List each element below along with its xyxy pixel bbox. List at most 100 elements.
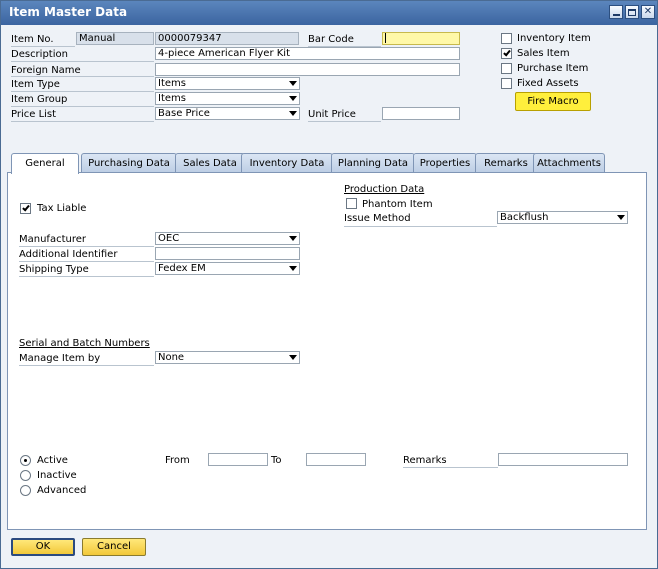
shipping-type-label: Shipping Type	[19, 264, 89, 275]
price-list-value: Base Price	[158, 108, 210, 119]
unit-price-label: Unit Price	[308, 109, 356, 120]
phantom-item-label: Phantom Item	[362, 199, 433, 210]
description-label: Description	[11, 49, 68, 60]
chevron-down-icon	[617, 215, 625, 220]
additional-identifier-field[interactable]	[155, 247, 300, 260]
to-date-field[interactable]	[306, 453, 366, 466]
chevron-down-icon	[289, 81, 297, 86]
chevron-down-icon	[289, 111, 297, 116]
issue-method-label: Issue Method	[344, 213, 411, 224]
manage-item-by-label: Manage Item by	[19, 353, 101, 364]
tax-liable-label: Tax Liable	[37, 203, 87, 214]
item-type-dropdown[interactable]: Items	[155, 77, 300, 90]
chevron-down-icon	[289, 236, 297, 241]
item-group-value: Items	[158, 93, 186, 104]
divider	[308, 121, 381, 122]
manage-item-by-dropdown[interactable]: None	[155, 351, 300, 364]
maximize-icon[interactable]	[625, 5, 639, 19]
tab-inventory-data[interactable]: Inventory Data	[241, 153, 333, 173]
from-date-field[interactable]	[208, 453, 268, 466]
manufacturer-dropdown[interactable]: OEC	[155, 232, 300, 245]
status-active-radio[interactable]	[20, 455, 31, 466]
inventory-item-checkbox[interactable]	[501, 33, 512, 44]
item-group-label: Item Group	[11, 94, 68, 105]
barcode-field[interactable]	[382, 32, 460, 45]
status-advanced-label: Advanced	[37, 485, 87, 496]
divider	[11, 46, 75, 47]
radio-dot-icon	[24, 459, 27, 462]
manufacturer-value: OEC	[158, 233, 180, 244]
additional-identifier-label: Additional Identifier	[19, 249, 118, 260]
sales-item-label: Sales Item	[517, 48, 570, 59]
price-list-dropdown[interactable]: Base Price	[155, 107, 300, 120]
status-inactive-radio[interactable]	[20, 470, 31, 481]
issue-method-value: Backflush	[500, 212, 549, 223]
window-title: Item Master Data	[9, 5, 128, 19]
fixed-assets-label: Fixed Assets	[517, 78, 579, 89]
inventory-item-label: Inventory Item	[517, 33, 591, 44]
tax-liable-checkbox[interactable]	[20, 203, 31, 214]
foreign-name-field[interactable]	[155, 63, 460, 76]
checkmark-icon	[503, 48, 511, 57]
divider	[403, 467, 498, 468]
status-active-label: Active	[37, 455, 68, 466]
barcode-label: Bar Code	[308, 34, 354, 45]
production-data-title: Production Data	[344, 184, 425, 195]
shipping-type-dropdown[interactable]: Fedex EM	[155, 262, 300, 275]
phantom-item-checkbox[interactable]	[346, 198, 357, 209]
unit-price-field[interactable]	[382, 107, 460, 120]
price-list-label: Price List	[11, 109, 57, 120]
item-type-label: Item Type	[11, 79, 60, 90]
numbering-series-field[interactable]: Manual	[76, 32, 154, 45]
divider	[19, 261, 154, 262]
fixed-assets-checkbox[interactable]	[501, 78, 512, 89]
manufacturer-label: Manufacturer	[19, 234, 86, 245]
remarks-label: Remarks	[403, 455, 447, 466]
serial-batch-title: Serial and Batch Numbers	[19, 338, 150, 349]
purchase-item-checkbox[interactable]	[501, 63, 512, 74]
shipping-type-value: Fedex EM	[158, 263, 206, 274]
tab-sales-data[interactable]: Sales Data	[175, 153, 245, 173]
item-master-data-window: Item Master Data ✕ Item No. Manual 00000…	[0, 0, 658, 569]
description-field[interactable]: 4-piece American Flyer Kit	[155, 47, 460, 60]
status-advanced-radio[interactable]	[20, 485, 31, 496]
divider	[308, 46, 381, 47]
tab-properties[interactable]: Properties	[413, 153, 477, 173]
fire-macro-button[interactable]: Fire Macro	[515, 92, 591, 111]
divider	[344, 226, 497, 227]
item-no-label: Item No.	[11, 34, 54, 45]
purchase-item-label: Purchase Item	[517, 63, 589, 74]
tab-remarks[interactable]: Remarks	[475, 153, 537, 173]
sales-item-checkbox[interactable]	[501, 48, 512, 59]
close-icon[interactable]: ✕	[641, 5, 655, 19]
title-bar: Item Master Data ✕	[1, 1, 657, 25]
cancel-button[interactable]: Cancel	[82, 538, 146, 556]
chevron-down-icon	[289, 355, 297, 360]
remarks-field[interactable]	[498, 453, 628, 466]
tab-purchasing-data[interactable]: Purchasing Data	[81, 153, 177, 173]
general-tab-panel: Tax Liable Production Data Phantom Item …	[7, 172, 647, 530]
tab-attachments[interactable]: Attachments	[533, 153, 605, 173]
item-type-value: Items	[158, 78, 186, 89]
text-cursor	[385, 33, 386, 43]
from-label: From	[165, 455, 190, 466]
item-group-dropdown[interactable]: Items	[155, 92, 300, 105]
to-label: To	[271, 455, 282, 466]
divider	[11, 91, 154, 92]
divider	[11, 76, 154, 77]
issue-method-dropdown[interactable]: Backflush	[497, 211, 628, 224]
ok-button[interactable]: OK	[11, 538, 75, 556]
checkmark-icon	[22, 203, 30, 212]
item-no-field[interactable]: 0000079347	[155, 32, 299, 45]
tab-general[interactable]: General	[11, 153, 79, 174]
divider	[11, 61, 154, 62]
divider	[11, 121, 154, 122]
divider	[11, 106, 154, 107]
divider	[19, 276, 154, 277]
chevron-down-icon	[289, 266, 297, 271]
tab-planning-data[interactable]: Planning Data	[331, 153, 415, 173]
minimize-icon[interactable]	[609, 5, 623, 19]
status-inactive-label: Inactive	[37, 470, 77, 481]
divider	[19, 365, 154, 366]
chevron-down-icon	[289, 96, 297, 101]
